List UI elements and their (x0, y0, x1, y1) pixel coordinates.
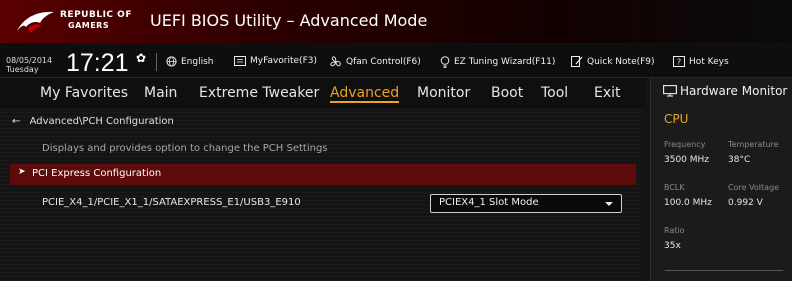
app-title: UEFI BIOS Utility – Advanced Mode (150, 11, 428, 30)
breadcrumb[interactable]: ← Advanced\PCH Configuration (12, 116, 174, 127)
fan-icon (330, 56, 341, 67)
chevron-down-icon (605, 202, 613, 206)
quick-note-button[interactable]: Quick Note(F9) (571, 56, 655, 67)
tab-main[interactable]: Main (144, 85, 177, 101)
divider (156, 53, 157, 71)
core-voltage-label: Core Voltage (728, 183, 780, 192)
frequency-value: 3500 MHz (664, 155, 710, 165)
date-text: 08/05/2014 (6, 56, 53, 65)
bulb-icon (440, 56, 450, 68)
myfavorite-label: MyFavorite(F3) (250, 56, 317, 66)
hardware-monitor-label: Hardware Monitor (680, 84, 788, 98)
date-display: 08/05/2014 Tuesday (6, 56, 52, 74)
question-icon: ? (673, 56, 685, 67)
setting-label: PCIE_X4_1/PCIE_X1_1/SATAEXPRESS_E1/USB3_… (42, 197, 301, 208)
ratio-label: Ratio (664, 226, 685, 235)
favorite-icon (234, 56, 246, 66)
ez-tuning-wizard-button[interactable]: EZ Tuning Wizard(F11) (440, 56, 555, 68)
tab-boot[interactable]: Boot (491, 85, 523, 101)
brand-line-1: REPUBLIC OF (60, 10, 132, 20)
qfan-control-label: Qfan Control(F6) (346, 57, 421, 67)
submenu-arrow-icon: ➤ (18, 167, 26, 177)
day-text: Tuesday (6, 65, 39, 74)
clock-settings-icon[interactable]: ✿ (136, 51, 146, 65)
info-bar: 08/05/2014 Tuesday 17:21 ✿ English MyFav… (0, 44, 792, 78)
language-button[interactable]: English (166, 56, 214, 67)
section-label: PCI Express Configuration (32, 168, 162, 179)
tab-exit[interactable]: Exit (594, 85, 621, 101)
core-voltage-value: 0.992 V (728, 198, 763, 208)
temperature-value: 38°C (728, 155, 751, 165)
ez-tuning-wizard-label: EZ Tuning Wizard(F11) (454, 57, 556, 67)
language-label: English (181, 56, 214, 67)
back-arrow-icon[interactable]: ← (12, 116, 20, 127)
hot-keys-button[interactable]: ? Hot Keys (673, 56, 729, 67)
hot-keys-label: Hot Keys (689, 56, 729, 67)
monitor-icon (663, 85, 677, 97)
tab-monitor[interactable]: Monitor (417, 85, 470, 101)
page-description: Displays and provides option to change t… (42, 143, 328, 154)
bclk-label: BCLK (664, 183, 685, 192)
divider (665, 270, 783, 271)
note-icon (571, 56, 583, 67)
tab-tool[interactable]: Tool (541, 85, 568, 101)
select-value: PCIEX4_1 Slot Mode (439, 197, 539, 208)
ratio-value: 35x (664, 241, 681, 251)
tab-my-favorites[interactable]: My Favorites (40, 85, 128, 101)
quick-note-label: Quick Note(F9) (587, 56, 655, 67)
svg-text:?: ? (677, 58, 681, 67)
tab-extreme-tweaker[interactable]: Extreme Tweaker (199, 85, 319, 101)
qfan-control-button[interactable]: Qfan Control(F6) (330, 56, 421, 68)
hardware-monitor-title: Hardware Monitor (663, 84, 787, 98)
main-panel: ← Advanced\PCH Configuration Displays an… (0, 108, 645, 281)
hardware-monitor-panel: Hardware Monitor CPU Frequency 3500 MHz … (650, 78, 792, 281)
slot-mode-select[interactable]: PCIEX4_1 Slot Mode (430, 194, 622, 213)
frequency-label: Frequency (664, 140, 706, 149)
rog-eye-icon (17, 11, 54, 33)
pci-express-configuration-item[interactable]: ➤ PCI Express Configuration (10, 164, 636, 185)
clock-time: 17:21 (66, 49, 129, 77)
temperature-label: Temperature (728, 140, 779, 149)
tab-advanced[interactable]: Advanced (330, 85, 400, 103)
breadcrumb-path: Advanced\PCH Configuration (29, 116, 174, 127)
title-bar: REPUBLIC OF GAMERS UEFI BIOS Utility – A… (0, 0, 792, 44)
cpu-section-title: CPU (664, 112, 689, 126)
brand-line-2: GAMERS (68, 21, 110, 30)
bclk-value: 100.0 MHz (664, 198, 712, 208)
globe-icon (166, 56, 177, 67)
myfavorite-button[interactable]: MyFavorite(F3) (234, 56, 317, 66)
rog-logo: REPUBLIC OF GAMERS (16, 7, 156, 37)
main-menu: My Favorites Main Extreme Tweaker Advanc… (0, 78, 645, 108)
